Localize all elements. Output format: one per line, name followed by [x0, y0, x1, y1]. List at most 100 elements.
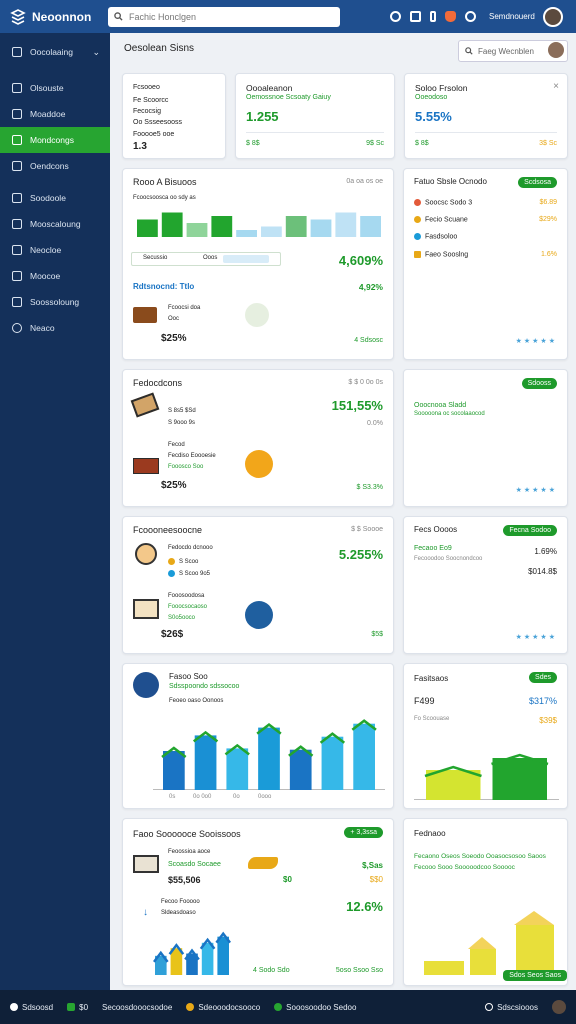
avatar [552, 1000, 566, 1014]
revenue-line: Fecoo Fooooo [161, 899, 200, 905]
avatar[interactable] [542, 6, 563, 27]
bar[interactable] [289, 749, 312, 790]
kpi-subtitle: Oemossnoe Scsoaty Gaiuy [246, 94, 331, 101]
bottom-item-0[interactable]: Sdsoosd [10, 1003, 53, 1012]
card-meta: 0a oa os oe [346, 178, 383, 185]
status-label: Faeo Sooslng [425, 251, 469, 259]
app-name: Neoonnon [32, 9, 92, 24]
sidebar-item-7[interactable]: Neocloe [0, 237, 110, 263]
product-line: S 8s5 $Sd [168, 408, 196, 414]
arrow-icon: ↓ [143, 907, 148, 918]
bar[interactable] [321, 736, 344, 790]
bar[interactable] [201, 942, 214, 975]
page-search-input[interactable]: Faeg Wecnblen [458, 40, 568, 62]
bar[interactable] [261, 226, 282, 238]
status-label: Soocsc Sodo 3 [425, 199, 473, 207]
bar[interactable] [360, 216, 381, 237]
metric-value: $,Sas [362, 861, 383, 870]
card-title: Fasoo Soo [169, 672, 208, 681]
bottom-item-4[interactable]: Sooosoodoo Sedoo [274, 1003, 356, 1012]
kpi-card-rate[interactable]: Soloo Frsolon Ooeodoso 5.55% × $ 8$ 3$ S… [404, 73, 568, 159]
bottom-item-3[interactable]: Sdeooodocsooco [186, 1003, 260, 1012]
settings-icon[interactable] [465, 11, 476, 22]
kpi-card-list[interactable]: Fcsooeo Fe Scoorcc Fecocsig Oo Ssseesoos… [122, 73, 226, 159]
bar[interactable] [211, 216, 233, 237]
sidebar-item-4[interactable]: Oendcons [0, 153, 110, 179]
search-input[interactable]: Fachic Honclgen [108, 6, 340, 27]
close-icon[interactable]: × [553, 81, 559, 92]
mic-icon[interactable] [430, 11, 436, 22]
bar[interactable] [137, 219, 158, 238]
orders-value: 1.69% [534, 547, 557, 556]
link-icon [12, 193, 22, 203]
sidebar-item-6[interactable]: Mooscaloung [0, 211, 110, 237]
bar[interactable] [217, 936, 229, 975]
bottom-avatar[interactable] [552, 1000, 566, 1014]
bar[interactable] [492, 758, 548, 800]
bar[interactable] [310, 219, 332, 238]
status-label: Fecio Scuane [425, 216, 468, 224]
bottom-item-right[interactable]: Sdscsiooos [485, 1003, 538, 1012]
card-status[interactable]: Fatuo Sbsle Ocnodo Scdsosa Soocsc Sodo 3… [403, 168, 568, 360]
sidebar-item-9[interactable]: Soossoloung [0, 289, 110, 315]
play-icon[interactable] [390, 11, 401, 22]
card-revenue[interactable]: Faoo Soooooce Sooissoos + 3,3ssa Feoossi… [122, 818, 394, 986]
bar[interactable] [353, 723, 375, 790]
bar[interactable] [335, 212, 357, 238]
bar[interactable] [226, 748, 249, 790]
card-summary[interactable]: Fasitsaos Sdes F499 $317% Fo Scoouase $3… [403, 663, 568, 809]
bar[interactable] [186, 223, 208, 237]
price-value: $26$ [161, 629, 184, 640]
sidebar-item-label: Oendcons [30, 161, 69, 171]
card-notes[interactable]: Fednaoo Fecaono Oseos Soeodo Ooasocsosoo… [403, 818, 568, 986]
bottom-item-2[interactable]: Secoosdooocsodoe [102, 1003, 172, 1012]
bottom-item-1[interactable]: $0 [67, 1003, 88, 1012]
sidebar: Oocolaaing ⌄ Olsouste Moaddoe Mondcongs O… [0, 33, 110, 990]
product-line: Fooosco Soo [168, 464, 204, 470]
list-icon [12, 297, 22, 307]
product-line: Fecdiso Eoooesie [168, 453, 216, 459]
inventory-row: S Scoo 9o5 [168, 570, 210, 577]
bar[interactable] [258, 727, 280, 790]
bar[interactable] [194, 735, 217, 790]
status-row[interactable]: Soocsc Sodo 3 [414, 199, 472, 206]
tag-value: $$0 [369, 875, 383, 884]
card-overview[interactable]: Rooo A Bisuoos 0a oa os oe Fcoocsoosca o… [122, 168, 394, 360]
grid-icon[interactable] [410, 11, 421, 22]
app-logo[interactable]: Neoonnon [0, 8, 106, 25]
sidebar-item-8[interactable]: Moocoe [0, 263, 110, 289]
bar[interactable] [426, 770, 481, 800]
status-value: $29% [539, 216, 557, 223]
status-row[interactable]: Fasdsoloo [414, 233, 457, 240]
tag-label: Secussio [143, 255, 168, 261]
bar[interactable] [236, 230, 257, 237]
sidebar-item-10[interactable]: Neaco [0, 315, 110, 341]
metric-value: 5.255% [338, 547, 383, 562]
card-orders[interactable]: Fecs Oooos Fecna Sodoo Fecaoo Eo9 1.69% … [403, 516, 568, 654]
card-sales-chart[interactable]: Fasoo Soo Sdsspoondo sdssocoo Feoeo oaso… [122, 663, 394, 809]
sidebar-item-0[interactable]: Oocolaaing ⌄ [0, 39, 110, 65]
revenue-bar-chart [153, 931, 231, 975]
sidebar-item-5[interactable]: Soodoole [0, 185, 110, 211]
card-status-2[interactable]: Sdooss Ooocnooa Sladd Sooooona oc socola… [403, 369, 568, 507]
bar[interactable] [161, 212, 183, 238]
username[interactable]: Semdnouerd [489, 12, 535, 21]
bell-icon[interactable] [445, 11, 456, 22]
page-title: Oesolean Sisns [124, 43, 195, 54]
card-inventory[interactable]: Fcoooneesoocne $ $ Soooe Fedocdo dcnooo … [122, 516, 394, 654]
price-value: $55,506 [168, 875, 201, 885]
kpi-card-total[interactable]: Oooaleanon Oemossnoe Scsoaty Gaiuy 1.255… [235, 73, 395, 159]
folder-icon [12, 47, 22, 57]
card-products[interactable]: Fedocdcons $ $ 0 0o 0s S 8s5 $Sd S 9ooo … [122, 369, 394, 507]
sidebar-item-3[interactable]: Mondcongs [0, 127, 110, 153]
avatar[interactable] [548, 42, 564, 58]
sidebar-item-label: Neocloe [30, 245, 62, 255]
sidebar-item-1[interactable]: Olsouste [0, 75, 110, 101]
sidebar-item-2[interactable]: Moaddoe [0, 101, 110, 127]
inventory-line: Fooocsocaoso [168, 604, 208, 610]
bar[interactable] [285, 216, 307, 237]
sidebar-item-label: Neaco [30, 323, 55, 333]
bar[interactable] [163, 751, 185, 790]
status-row[interactable]: Fecio Scuane [414, 216, 468, 223]
status-row[interactable]: Faeo Sooslng [414, 251, 468, 258]
